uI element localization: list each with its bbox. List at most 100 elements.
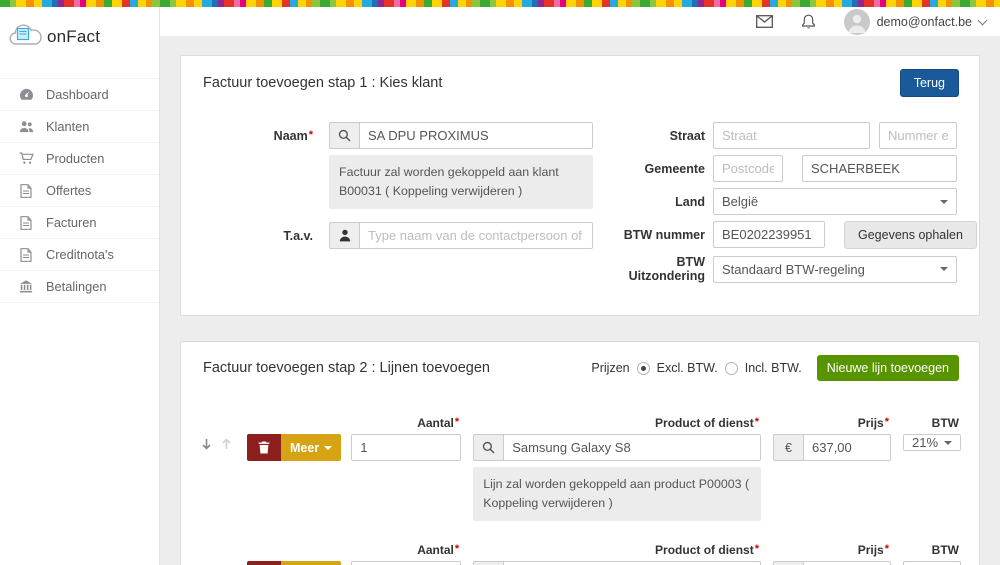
step2-card: Factuur toevoegen stap 2 : Lijnen toevoe…: [180, 341, 980, 565]
currency-euro-addon: €: [773, 561, 803, 565]
sidebar-item-label: Klanten: [46, 119, 89, 134]
btw-uitzondering-selected-value: Standaard BTW-regeling: [722, 262, 865, 277]
koppeling-verwijderen-link[interactable]: Koppeling verwijderen: [483, 496, 605, 510]
messages-icon[interactable]: [756, 15, 773, 28]
sidebar: onFact Dashboard Klanten Producten Offer…: [0, 7, 160, 565]
notifications-icon[interactable]: [801, 14, 816, 30]
nummer-input[interactable]: [879, 122, 957, 149]
note-text: ): [518, 184, 522, 198]
dashboard-icon: [18, 88, 34, 101]
naam-label: Naam*: [201, 129, 313, 143]
user-email: demo@onfact.be: [877, 15, 972, 29]
terug-button[interactable]: Terug: [900, 69, 959, 97]
required-marker: *: [309, 129, 313, 141]
note-text: Lijn zal worden gekoppeld aan product P0…: [483, 477, 749, 491]
sidebar-item-facturen[interactable]: Facturen: [0, 206, 159, 238]
aantal-label: Aantal*: [351, 543, 461, 557]
invoice-line-2: Meer Aantal* Product of dienst* Prijs*: [199, 543, 961, 565]
logo-text: onFact: [47, 27, 100, 47]
step1-card: Factuur toevoegen stap 1 : Kies klant Te…: [180, 55, 980, 316]
btw-select[interactable]: 21%: [903, 561, 961, 565]
required-marker: *: [885, 416, 889, 428]
prijs-input[interactable]: [803, 434, 891, 461]
meer-button[interactable]: Meer: [281, 434, 341, 461]
gemeente-label: Gemeente: [605, 162, 705, 176]
excl-btw-radio[interactable]: [637, 362, 650, 375]
document-icon: [18, 184, 34, 198]
prijs-input[interactable]: [803, 561, 891, 565]
step1-title: Factuur toevoegen stap 1 : Kies klant: [203, 75, 442, 91]
caret-down-icon: [324, 446, 332, 450]
document-icon: [18, 248, 34, 262]
sidebar-item-offertes[interactable]: Offertes: [0, 174, 159, 206]
straat-input[interactable]: [713, 122, 870, 149]
koppeling-verwijderen-link[interactable]: Koppeling verwijderen: [393, 184, 515, 198]
currency-euro-addon: €: [773, 434, 803, 461]
btw-nummer-label: BTW nummer: [605, 228, 705, 242]
invoice-line-1: Meer Aantal* Product of dienst* Lijn zal…: [199, 416, 961, 521]
aantal-input[interactable]: [351, 561, 461, 565]
required-marker: *: [755, 543, 759, 555]
prijs-label: Prijs*: [773, 416, 891, 430]
incl-btw-radio[interactable]: [725, 362, 738, 375]
land-label: Land: [605, 195, 705, 209]
product-input[interactable]: [503, 434, 761, 461]
land-select[interactable]: België: [713, 188, 957, 215]
sidebar-item-label: Betalingen: [46, 279, 106, 294]
product-koppeling-note: Lijn zal worden gekoppeld aan product P0…: [473, 467, 761, 521]
tav-input[interactable]: [359, 222, 593, 249]
main-content: Factuur toevoegen stap 1 : Kies klant Te…: [160, 36, 1000, 565]
product-label: Product of dienst*: [473, 416, 761, 430]
move-line-down-icon[interactable]: [201, 438, 212, 450]
btw-uitzondering-select[interactable]: Standaard BTW-regeling: [713, 256, 957, 283]
excl-btw-label[interactable]: Excl. BTW.: [657, 361, 718, 375]
delete-line-button[interactable]: [247, 561, 281, 565]
aantal-label: Aantal*: [351, 416, 461, 430]
search-icon: [473, 561, 503, 565]
caret-down-icon: [940, 200, 948, 204]
land-selected-value: België: [722, 194, 758, 209]
delete-line-button[interactable]: [247, 434, 281, 461]
prijs-label: Prijs*: [773, 543, 891, 557]
logo[interactable]: onFact: [0, 7, 159, 64]
klant-koppeling-note: Factuur zal worden gekoppeld aan klant B…: [329, 155, 593, 209]
document-icon: [18, 216, 34, 230]
btw-uitzondering-label: BTW Uitzondering: [605, 255, 705, 283]
rainbow-top-stripe: [0, 0, 1000, 7]
required-marker: *: [885, 543, 889, 555]
sidebar-item-label: Dashboard: [46, 87, 109, 102]
sidebar-item-label: Creditnota's: [46, 247, 114, 262]
aantal-input[interactable]: [351, 434, 461, 461]
gegevens-ophalen-button[interactable]: Gegevens ophalen: [844, 221, 977, 249]
incl-btw-label[interactable]: Incl. BTW.: [745, 361, 802, 375]
onfact-logo-icon: [8, 23, 42, 50]
step2-header: Factuur toevoegen stap 2 : Lijnen toevoe…: [181, 342, 979, 394]
btw-nummer-input[interactable]: [713, 221, 825, 248]
step2-title: Factuur toevoegen stap 2 : Lijnen toevoe…: [203, 360, 490, 376]
sidebar-item-label: Offertes: [46, 183, 91, 198]
users-icon: [18, 120, 34, 133]
sidebar-item-creditnotas[interactable]: Creditnota's: [0, 238, 159, 270]
sidebar-item-producten[interactable]: Producten: [0, 142, 159, 174]
straat-label: Straat: [605, 129, 705, 143]
btw-label: BTW: [903, 543, 961, 557]
step1-body: Naam* Factuur zal worden gekoppeld aan k…: [181, 110, 979, 315]
nieuwe-lijn-toevoegen-button[interactable]: Nieuwe lijn toevoegen: [817, 355, 959, 381]
required-marker: *: [455, 543, 459, 555]
sidebar-item-betalingen[interactable]: Betalingen: [0, 270, 159, 303]
sidebar-item-klanten[interactable]: Klanten: [0, 110, 159, 142]
sidebar-item-dashboard[interactable]: Dashboard: [0, 78, 159, 110]
meer-button[interactable]: Meer: [281, 561, 341, 565]
btw-select[interactable]: 21%: [903, 434, 961, 451]
cart-icon: [18, 152, 34, 165]
postcode-input[interactable]: [713, 155, 783, 182]
user-menu[interactable]: demo@onfact.be: [844, 9, 986, 35]
naam-input[interactable]: [359, 122, 593, 149]
product-input[interactable]: [503, 561, 761, 565]
note-text: ): [609, 496, 613, 510]
gemeente-input[interactable]: [802, 155, 957, 182]
caret-down-icon: [940, 267, 948, 271]
chevron-down-icon: [978, 15, 988, 25]
bank-icon: [18, 280, 34, 293]
search-icon: [329, 122, 359, 149]
